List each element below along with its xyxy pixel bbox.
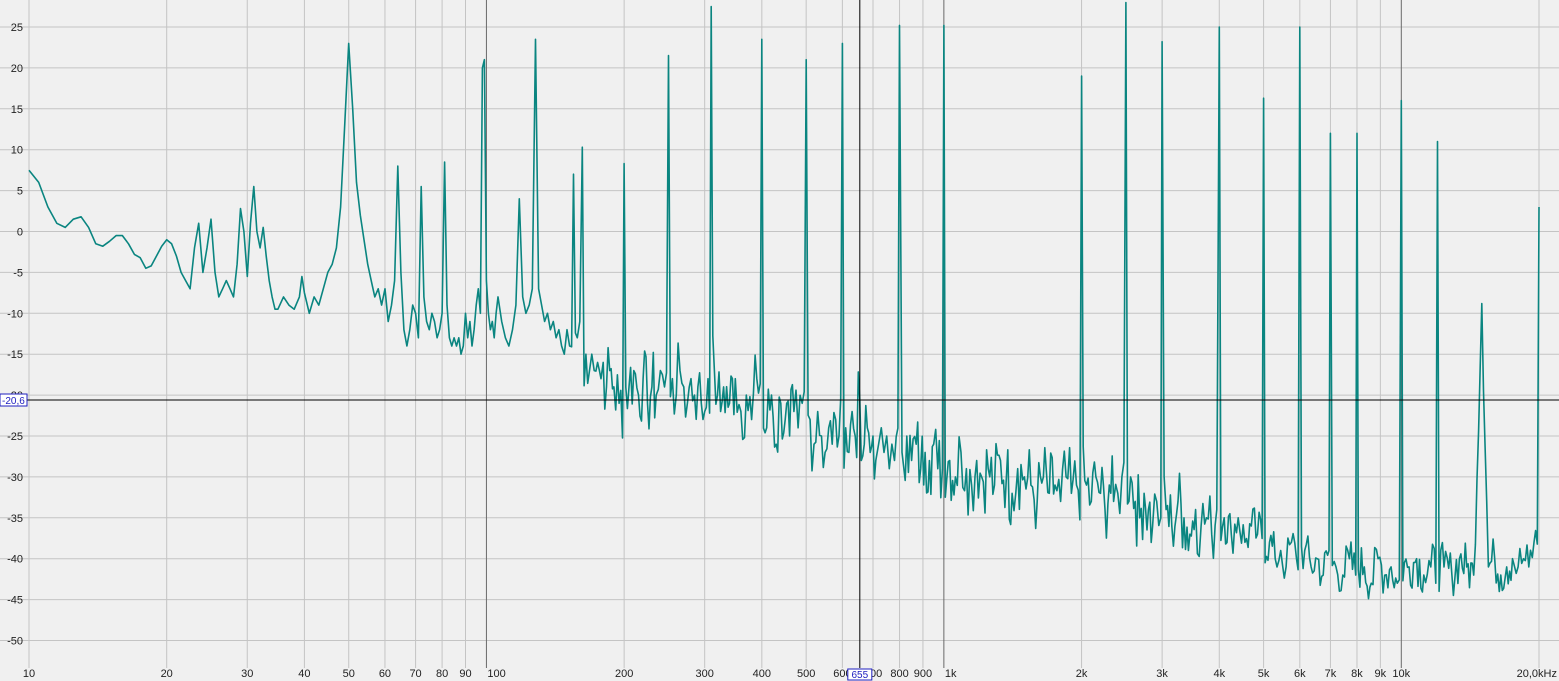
y-tick-label: -5 [13,267,23,279]
spectrum-analyzer-plot[interactable]: 2520151050-5-10-15-20-25-30-35-40-45-50 … [0,0,1559,681]
y-tick-label: -45 [7,595,23,607]
y-tick-label: 20 [11,63,23,75]
x-tick-label: 80 [436,668,448,680]
x-tick-label: 30 [241,668,253,680]
y-tick-label: -15 [7,349,23,361]
x-tick-label: 7k [1325,668,1337,680]
x-tick-label: 200 [615,668,633,680]
y-tick-label: 0 [17,227,23,239]
y-tick-label: 15 [11,104,23,116]
x-tick-label: 800 [890,668,908,680]
x-tick-label: 10k [1392,668,1410,680]
plot-background [0,0,1559,681]
x-tick-label: 4k [1213,668,1225,680]
x-tick-label: 50 [343,668,355,680]
x-tick-label: 2k [1076,668,1088,680]
x-tick-label: 400 [753,668,771,680]
x-tick-label: 5k [1258,668,1270,680]
x-tick-label: 3k [1156,668,1168,680]
x-tick-label: 20 [161,668,173,680]
cursor-x-readout: 655 [847,668,873,681]
cursor-x-readout-text: 655 [851,670,868,681]
y-tick-label: 5 [17,186,23,198]
x-tick-label: 100 [487,668,505,680]
y-tick-label: -30 [7,472,23,484]
x-tick-label: 20,0kHz [1517,668,1557,680]
x-tick-label: 60 [379,668,391,680]
cursor-y-readout: -20,6 [0,393,28,407]
x-tick-label: 900 [914,668,932,680]
x-tick-label: 40 [298,668,310,680]
y-tick-label: -35 [7,513,23,525]
x-tick-label: 6k [1294,668,1306,680]
x-tick-label: 8k [1351,668,1363,680]
x-tick-label: 70 [409,668,421,680]
x-tick-label: 10 [23,668,35,680]
y-tick-label: 25 [11,22,23,34]
x-tick-label: 300 [696,668,714,680]
y-tick-label: -25 [7,431,23,443]
x-tick-label: 500 [797,668,815,680]
x-tick-label: 9k [1375,668,1387,680]
y-tick-label: -40 [7,554,23,566]
y-tick-label: 10 [11,145,23,157]
y-tick-label: -10 [7,308,23,320]
x-tick-label: 1k [945,668,957,680]
cursor-y-readout-text: -20,6 [2,396,25,407]
x-tick-label: 90 [459,668,471,680]
y-tick-label: -50 [7,636,23,648]
